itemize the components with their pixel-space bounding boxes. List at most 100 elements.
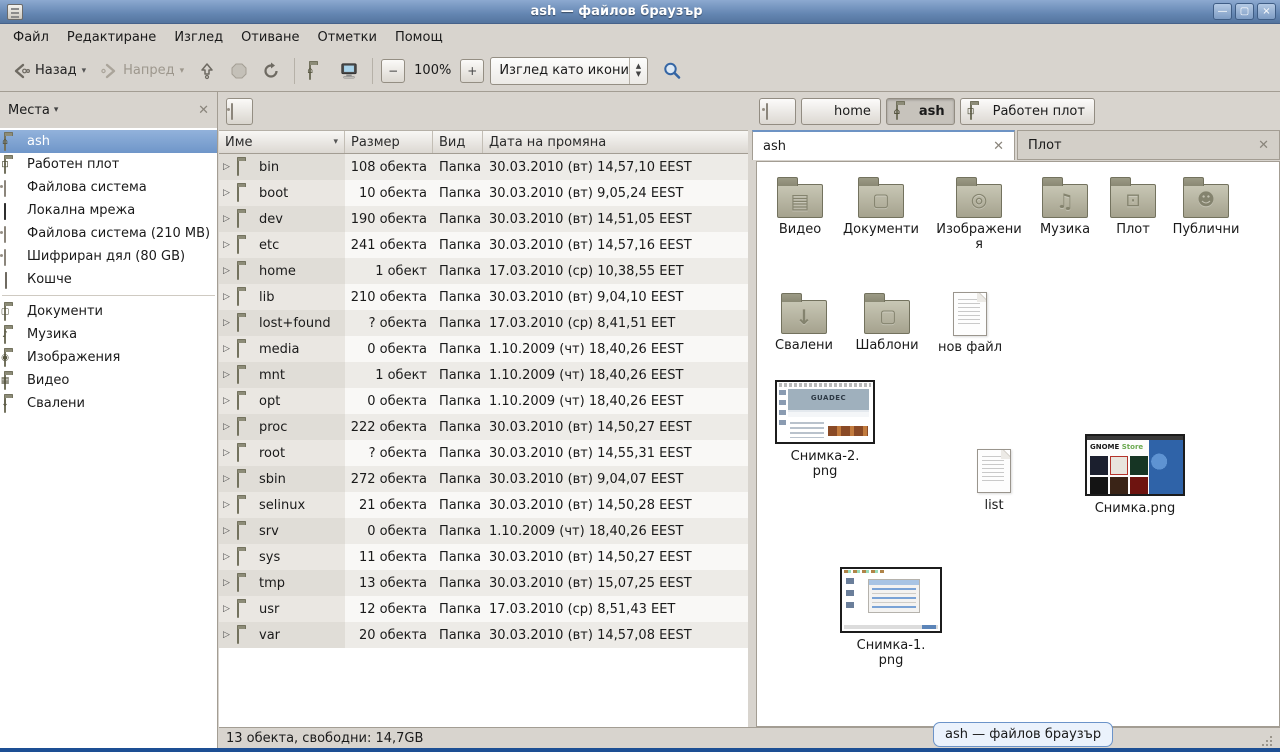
maximize-button[interactable]: ▢ xyxy=(1235,3,1254,20)
sidebar-item[interactable]: Видео xyxy=(0,369,217,392)
table-row[interactable]: ▷ var 20 обекта Папка 30.03.2010 (вт) 14… xyxy=(219,622,748,648)
menu-item[interactable]: Помощ xyxy=(386,27,452,48)
sidebar-item[interactable]: ash xyxy=(0,130,217,153)
table-row[interactable]: ▷ dev 190 обекта Папка 30.03.2010 (вт) 1… xyxy=(219,206,748,232)
sidebar-close-icon[interactable]: ✕ xyxy=(198,103,209,118)
expander-icon[interactable]: ▷ xyxy=(223,214,233,224)
expander-icon[interactable]: ▷ xyxy=(223,526,233,536)
folder-item[interactable]: Свалени xyxy=(761,290,847,354)
table-row[interactable]: ▷ media 0 обекта Папка 1.10.2009 (чт) 18… xyxy=(219,336,748,362)
path-button[interactable] xyxy=(759,98,796,125)
tab-close-icon[interactable]: ✕ xyxy=(993,139,1004,154)
table-row[interactable]: ▷ home 1 обект Папка 17.03.2010 (ср) 10,… xyxy=(219,258,748,284)
table-row[interactable]: ▷ tmp 13 обекта Папка 30.03.2010 (вт) 15… xyxy=(219,570,748,596)
expander-icon[interactable]: ▷ xyxy=(223,240,233,250)
menu-item[interactable]: Отметки xyxy=(308,27,385,48)
minimize-button[interactable]: — xyxy=(1213,3,1232,20)
view-mode-select[interactable]: Изглед като икони ▲▼ xyxy=(490,57,648,85)
path-button[interactable]: home xyxy=(801,98,881,125)
reload-button[interactable] xyxy=(256,58,286,84)
column-header-type[interactable]: Вид xyxy=(433,131,483,153)
table-row[interactable]: ▷ sbin 272 обекта Папка 30.03.2010 (вт) … xyxy=(219,466,748,492)
forward-dropdown-icon[interactable]: ▾ xyxy=(180,66,185,76)
menu-item[interactable]: Редактиране xyxy=(58,27,165,48)
table-row[interactable]: ▷ bin 108 обекта Папка 30.03.2010 (вт) 1… xyxy=(219,154,748,180)
table-row[interactable]: ▷ opt 0 обекта Папка 1.10.2009 (чт) 18,4… xyxy=(219,388,748,414)
table-row[interactable]: ▷ sys 11 обекта Папка 30.03.2010 (вт) 14… xyxy=(219,544,748,570)
sidebar-item[interactable]: Файлова система xyxy=(0,176,217,199)
resize-grip[interactable] xyxy=(1261,736,1273,748)
table-row[interactable]: ▷ usr 12 обекта Папка 17.03.2010 (ср) 8,… xyxy=(219,596,748,622)
column-header-name[interactable]: Име▾ xyxy=(219,131,345,153)
tab[interactable]: ash ✕ xyxy=(752,130,1015,160)
icon-view[interactable]: Видео Документи Изображения Музика xyxy=(756,161,1280,727)
table-row[interactable]: ▷ etc 241 обекта Папка 30.03.2010 (вт) 1… xyxy=(219,232,748,258)
expander-icon[interactable]: ▷ xyxy=(223,292,233,302)
sidebar-item[interactable]: Локална мрежа xyxy=(0,199,217,222)
sidebar-item[interactable]: Свалени xyxy=(0,392,217,415)
folder-item[interactable]: Публични xyxy=(1163,174,1249,238)
table-row[interactable]: ▷ proc 222 обекта Папка 30.03.2010 (вт) … xyxy=(219,414,748,440)
back-dropdown-icon[interactable]: ▾ xyxy=(82,66,87,76)
zoom-out-button[interactable]: − xyxy=(381,59,405,83)
tab[interactable]: Плот ✕ xyxy=(1017,130,1280,160)
expander-icon[interactable]: ▷ xyxy=(223,500,233,510)
table-row[interactable]: ▷ srv 0 обекта Папка 1.10.2009 (чт) 18,4… xyxy=(219,518,748,544)
menu-item[interactable]: Изглед xyxy=(165,27,232,48)
root-drive-button[interactable] xyxy=(226,98,253,125)
zoom-in-button[interactable]: + xyxy=(460,59,484,83)
path-button[interactable]: Работен плот xyxy=(960,98,1095,125)
folder-item[interactable]: нов файл xyxy=(927,290,1013,356)
table-row[interactable]: ▷ root ? обекта Папка 30.03.2010 (вт) 14… xyxy=(219,440,748,466)
path-button[interactable]: ash xyxy=(886,98,955,125)
home-button[interactable] xyxy=(303,60,332,82)
expander-icon[interactable]: ▷ xyxy=(223,344,233,354)
up-button[interactable] xyxy=(192,58,222,84)
column-header-size[interactable]: Размер xyxy=(345,131,433,153)
expander-icon[interactable]: ▷ xyxy=(223,266,233,276)
computer-button[interactable] xyxy=(334,58,364,84)
folder-item[interactable]: Изображения xyxy=(936,174,1022,253)
sidebar-item[interactable]: Файлова система (210 MB) xyxy=(0,222,217,245)
folder-item[interactable]: Документи xyxy=(838,174,924,238)
expander-icon[interactable]: ▷ xyxy=(223,370,233,380)
expander-icon[interactable]: ▷ xyxy=(223,552,233,562)
expander-icon[interactable]: ▷ xyxy=(223,188,233,198)
sidebar-chevron-icon[interactable]: ▾ xyxy=(54,105,59,115)
image-file-snimka[interactable]: GNOME Store Снимка.png xyxy=(1077,434,1193,517)
sidebar-item[interactable]: Документи xyxy=(0,300,217,323)
folder-item[interactable]: Видео xyxy=(757,174,843,238)
sidebar-item[interactable]: Изображения xyxy=(0,346,217,369)
expander-icon[interactable]: ▷ xyxy=(223,448,233,458)
image-file-snimka2[interactable]: GUADEC Снимка-2.png xyxy=(767,380,883,480)
file-list[interactable]: list xyxy=(951,447,1037,514)
folder-item[interactable]: Шаблони xyxy=(844,290,930,354)
expander-icon[interactable]: ▷ xyxy=(223,604,233,614)
table-row[interactable]: ▷ lib 210 обекта Папка 30.03.2010 (вт) 9… xyxy=(219,284,748,310)
sidebar-item[interactable]: Работен плот xyxy=(0,153,217,176)
expander-icon[interactable]: ▷ xyxy=(223,422,233,432)
forward-button[interactable]: Напред ▾ xyxy=(94,58,190,84)
table-row[interactable]: ▷ mnt 1 обект Папка 1.10.2009 (чт) 18,40… xyxy=(219,362,748,388)
tab-close-icon[interactable]: ✕ xyxy=(1258,138,1269,153)
stop-button[interactable] xyxy=(224,58,254,84)
menu-item[interactable]: Файл xyxy=(4,27,58,48)
back-button[interactable]: Назад ▾ xyxy=(6,58,92,84)
expander-icon[interactable]: ▷ xyxy=(223,318,233,328)
expander-icon[interactable]: ▷ xyxy=(223,396,233,406)
sidebar-item[interactable]: Кошче xyxy=(0,268,217,291)
close-button[interactable]: × xyxy=(1257,3,1276,20)
expander-icon[interactable]: ▷ xyxy=(223,578,233,588)
expander-icon[interactable]: ▷ xyxy=(223,630,233,640)
menu-item[interactable]: Отиване xyxy=(232,27,308,48)
expander-icon[interactable]: ▷ xyxy=(223,162,233,172)
sidebar-item[interactable]: Шифриран дял (80 GB) xyxy=(0,245,217,268)
sidebar-item[interactable]: Музика xyxy=(0,323,217,346)
table-row[interactable]: ▷ lost+found ? обекта Папка 17.03.2010 (… xyxy=(219,310,748,336)
expander-icon[interactable]: ▷ xyxy=(223,474,233,484)
table-row[interactable]: ▷ boot 10 обекта Папка 30.03.2010 (вт) 9… xyxy=(219,180,748,206)
table-row[interactable]: ▷ selinux 21 обекта Папка 30.03.2010 (вт… xyxy=(219,492,748,518)
image-file-snimka1[interactable]: Снимка-1.png xyxy=(833,567,949,669)
sidebar-title[interactable]: Места xyxy=(8,103,50,118)
search-button[interactable] xyxy=(656,57,688,85)
